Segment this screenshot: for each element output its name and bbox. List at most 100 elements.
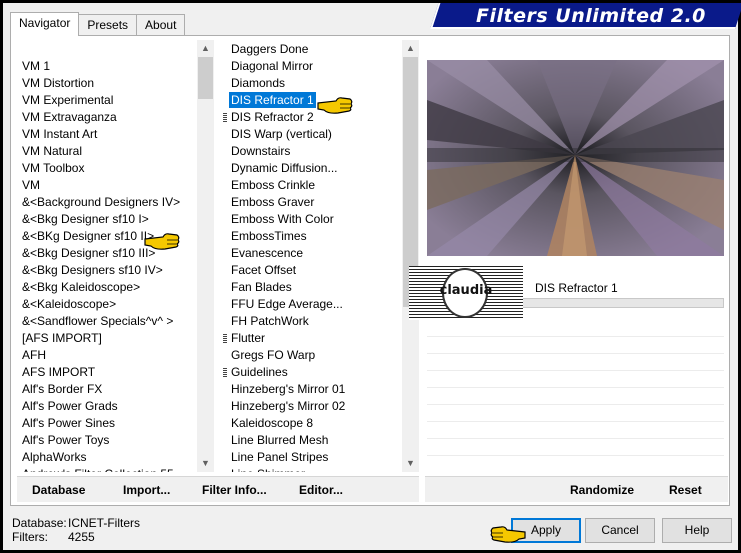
- category-scroll-thumb[interactable]: [198, 57, 213, 99]
- cancel-button[interactable]: Cancel: [585, 518, 655, 543]
- category-item[interactable]: Alf's Power Sines: [17, 415, 213, 432]
- tab-presets[interactable]: Presets: [78, 14, 138, 36]
- category-item[interactable]: VM Toolbox: [17, 160, 213, 177]
- filter-item-label: Diagonal Mirror: [231, 59, 314, 73]
- filter-item-label: DIS Warp (vertical): [231, 127, 332, 141]
- filter-marker-icon: [223, 334, 227, 343]
- tab-bar: Navigator Presets About: [10, 12, 186, 36]
- category-item[interactable]: VM Distortion: [17, 75, 213, 92]
- filter-item-label: DIS Refractor 2: [231, 110, 314, 124]
- filter-scrollbar[interactable]: ▲ ▼: [402, 40, 419, 472]
- selected-filter-name: DIS Refractor 1: [535, 281, 618, 295]
- filter-item[interactable]: Dynamic Diffusion...: [221, 160, 419, 177]
- filter-item-label: FFU Edge Average...: [231, 297, 343, 311]
- arrow-down-icon[interactable]: ▼: [197, 455, 214, 472]
- filter-item-label: Diamonds: [231, 76, 286, 90]
- filter-item-label: FH PatchWork: [231, 314, 309, 328]
- tab-navigator[interactable]: Navigator: [10, 12, 80, 36]
- filter-item[interactable]: Line Shimmer: [221, 466, 419, 472]
- category-item[interactable]: Alf's Border FX: [17, 381, 213, 398]
- category-item[interactable]: AFS IMPORT: [17, 364, 213, 381]
- category-item[interactable]: VM Natural: [17, 143, 213, 160]
- database-info: Database:ICNET-Filters Filters: 4255: [12, 516, 140, 544]
- category-item[interactable]: &<BKg Designer sf10 II>: [17, 228, 213, 245]
- help-button[interactable]: Help: [662, 518, 732, 543]
- hand-pointer-icon: [490, 526, 526, 543]
- filter-item-label: Dynamic Diffusion...: [231, 161, 338, 175]
- category-item[interactable]: &<Kaleidoscope>: [17, 296, 213, 313]
- filter-item-label: Line Blurred Mesh: [231, 433, 329, 447]
- filter-item[interactable]: Downstairs: [221, 143, 419, 160]
- filter-item[interactable]: Hinzeberg's Mirror 02: [221, 398, 419, 415]
- category-item[interactable]: Andrew's Filter Collection 55: [17, 466, 213, 472]
- filter-item[interactable]: Evanescence: [221, 245, 419, 262]
- filter-item[interactable]: Line Blurred Mesh: [221, 432, 419, 449]
- category-list[interactable]: VM 1 VM Distortion VM Experimental VM Extra…: [17, 40, 213, 472]
- category-item[interactable]: &<Sandflower Specials^v^ >: [17, 313, 213, 330]
- filter-item[interactable]: Diagonal Mirror: [221, 58, 419, 75]
- import-button[interactable]: Import...: [123, 483, 170, 497]
- filter-item[interactable]: FFU Edge Average...: [221, 296, 419, 313]
- filter-item-label: EmbossTimes: [231, 229, 307, 243]
- filter-item[interactable]: Emboss Graver: [221, 194, 419, 211]
- category-item[interactable]: VM 1: [17, 58, 213, 75]
- category-item[interactable]: &<Bkg Designer sf10 I>: [17, 211, 213, 228]
- category-item[interactable]: Alf's Power Toys: [17, 432, 213, 449]
- window-title: Filters Unlimited 2.0: [476, 5, 706, 27]
- filter-marker-icon: [223, 113, 227, 122]
- hand-pointer-icon: [317, 97, 353, 114]
- filter-item[interactable]: Gregs FO Warp: [221, 347, 419, 364]
- tab-about[interactable]: About: [136, 14, 186, 36]
- parameter-area: [427, 320, 724, 470]
- reset-button[interactable]: Reset: [669, 483, 702, 497]
- category-item[interactable]: &<Bkg Kaleidoscope>: [17, 279, 213, 296]
- filter-item-label: DIS Refractor 1: [229, 92, 316, 108]
- category-item[interactable]: AFH: [17, 347, 213, 364]
- list-toolbar: Database Import... Filter Info... Editor…: [17, 476, 419, 502]
- filter-marker-icon: [223, 368, 227, 377]
- category-item[interactable]: [AFS IMPORT]: [17, 330, 213, 347]
- category-item[interactable]: VM Instant Art: [17, 126, 213, 143]
- category-item[interactable]: &<Bkg Designers sf10 IV>: [17, 262, 213, 279]
- category-item[interactable]: VM Experimental: [17, 92, 213, 109]
- filter-item[interactable]: Guidelines: [221, 364, 419, 381]
- filter-item[interactable]: Fan Blades: [221, 279, 419, 296]
- filter-item[interactable]: Emboss With Color: [221, 211, 419, 228]
- filter-item[interactable]: Emboss Crinkle: [221, 177, 419, 194]
- filter-info-button[interactable]: Filter Info...: [202, 483, 267, 497]
- filter-item[interactable]: FH PatchWork: [221, 313, 419, 330]
- database-label: Database:: [12, 516, 67, 530]
- filter-item-label: Evanescence: [231, 246, 304, 260]
- filter-item[interactable]: Diamonds: [221, 75, 419, 92]
- filter-item-label: Hinzeberg's Mirror 02: [231, 399, 346, 413]
- filter-item[interactable]: EmbossTimes: [221, 228, 419, 245]
- filter-item[interactable]: Kaleidoscope 8: [221, 415, 419, 432]
- database-value: ICNET-Filters: [68, 516, 140, 530]
- category-item[interactable]: &<Bkg Designer sf10 III>: [17, 245, 213, 262]
- filter-item[interactable]: Daggers Done: [221, 41, 419, 58]
- watermark-logo: claudia: [409, 266, 523, 320]
- randomize-button[interactable]: Randomize: [570, 483, 634, 497]
- database-button[interactable]: Database: [32, 483, 85, 497]
- filter-item-label: Downstairs: [231, 144, 291, 158]
- category-item[interactable]: AlphaWorks: [17, 449, 213, 466]
- editor-button[interactable]: Editor...: [299, 483, 343, 497]
- filter-item[interactable]: Flutter: [221, 330, 419, 347]
- category-scrollbar[interactable]: ▲ ▼: [197, 40, 214, 472]
- filter-item[interactable]: Line Panel Stripes: [221, 449, 419, 466]
- filter-item[interactable]: Facet Offset: [221, 262, 419, 279]
- category-item[interactable]: &<Background Designers IV>: [17, 194, 213, 211]
- filter-item-label: Kaleidoscope 8: [231, 416, 314, 430]
- category-item[interactable]: VM: [17, 177, 213, 194]
- arrow-up-icon[interactable]: ▲: [402, 40, 419, 57]
- category-item[interactable]: Alf's Power Grads: [17, 398, 213, 415]
- filter-item-label: Emboss Crinkle: [231, 178, 316, 192]
- filter-item[interactable]: Hinzeberg's Mirror 01: [221, 381, 419, 398]
- filter-item-label: Guidelines: [231, 365, 288, 379]
- filter-item-label: Line Shimmer: [231, 467, 305, 472]
- arrow-down-icon[interactable]: ▼: [402, 455, 419, 472]
- filters-count-label: Filters:: [12, 530, 48, 544]
- filter-item[interactable]: DIS Warp (vertical): [221, 126, 419, 143]
- category-item[interactable]: VM Extravaganza: [17, 109, 213, 126]
- arrow-up-icon[interactable]: ▲: [197, 40, 214, 57]
